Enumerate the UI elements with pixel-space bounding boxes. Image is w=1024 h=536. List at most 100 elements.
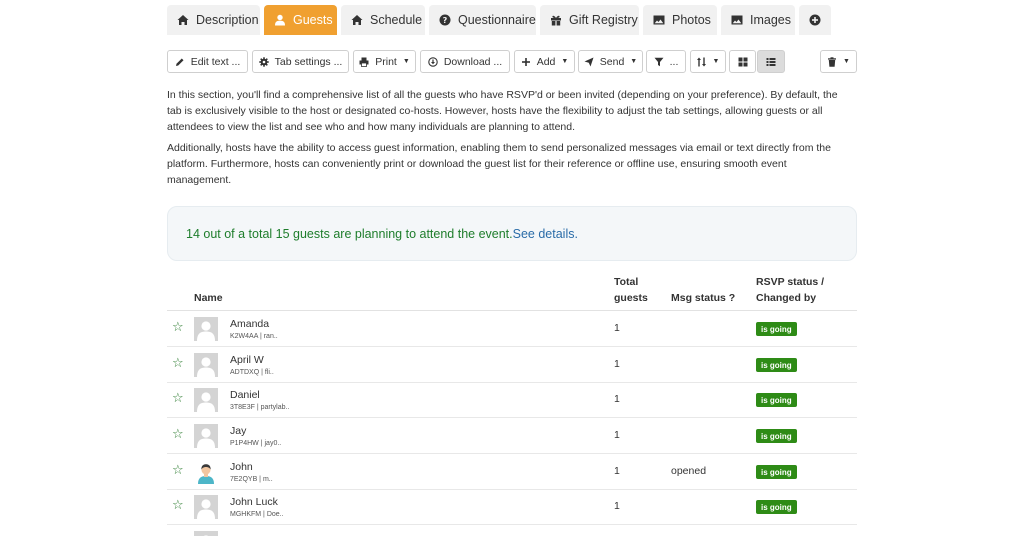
star-icon[interactable]: ☆ — [172, 498, 184, 512]
question-circle-icon: ? — [439, 14, 451, 26]
description-paragraph-1: In this section, you'll find a comprehen… — [167, 89, 838, 133]
guest-code: MGHKFM | Doe.. — [230, 511, 284, 518]
image-icon — [731, 14, 743, 26]
home-icon — [177, 14, 189, 26]
attendance-summary: 14 out of a total 15 guests are planning… — [167, 206, 857, 261]
total-guests-value: 1 — [614, 429, 620, 441]
tab-label: Questionnaire — [458, 13, 536, 27]
guest-name[interactable]: Daniel — [230, 389, 260, 402]
star-icon[interactable]: ☆ — [172, 391, 184, 405]
delete-button[interactable]: ▼ — [820, 50, 857, 73]
msg-status-column-header[interactable]: Msg status ? — [671, 290, 735, 306]
guest-code: 3T8E3F | partylab.. — [230, 404, 290, 411]
description-paragraph-2: Additionally, hosts have the ability to … — [167, 142, 831, 186]
star-icon[interactable]: ☆ — [172, 427, 184, 441]
rsvp-status-column-header[interactable]: RSVP status / Changed by — [756, 274, 824, 306]
add-label: Add — [536, 55, 556, 68]
edit-text-label: Edit text ... — [190, 55, 241, 68]
caret-down-icon: ▼ — [561, 58, 569, 65]
edit-text-button[interactable]: Edit text ... — [167, 50, 248, 73]
trash-icon — [827, 56, 837, 67]
grid-icon — [738, 57, 748, 67]
tab-settings-button[interactable]: Tab settings ... — [252, 50, 349, 73]
filter-button[interactable]: ... — [646, 50, 686, 73]
tab-label: Description — [196, 13, 259, 27]
send-button[interactable]: Send ▼ — [578, 50, 643, 73]
add-button[interactable]: Add ▼ — [514, 50, 575, 73]
sort-button[interactable]: ▼ — [690, 50, 726, 73]
table-row[interactable]: ☆ John 7E2QYB | m.. 1 opened is going — [167, 454, 857, 490]
filter-label: ... — [669, 55, 679, 68]
tab-guests[interactable]: Guests — [264, 5, 337, 35]
table-row[interactable]: ☆ Amanda K2W4AA | ran.. 1 is going — [167, 311, 857, 347]
plus-icon — [521, 57, 531, 67]
tab-schedule[interactable]: Schedule — [341, 5, 425, 35]
name-column-header[interactable]: Name — [194, 290, 223, 306]
total-guests-value: 1 — [614, 500, 620, 512]
guest-name[interactable]: April W — [230, 354, 264, 367]
tab-description[interactable]: Description — [167, 5, 260, 35]
print-button[interactable]: Print ▼ — [353, 50, 416, 73]
caret-down-icon: ▼ — [630, 58, 638, 65]
list-icon — [766, 57, 776, 67]
image-icon — [653, 14, 665, 26]
caret-down-icon: ▼ — [712, 58, 720, 65]
attendance-summary-text: 14 out of a total 15 guests are planning… — [186, 226, 513, 241]
tab-images[interactable]: Images — [721, 5, 795, 35]
tab-settings-label: Tab settings ... — [274, 55, 343, 68]
header-line: guests — [614, 292, 648, 304]
header-line: Total — [614, 276, 639, 288]
pencil-icon — [175, 57, 185, 67]
tab-label: Gift Registry — [569, 13, 638, 27]
tab-gift-registry[interactable]: Gift Registry — [540, 5, 639, 35]
tab-label: Schedule — [370, 13, 423, 27]
caret-down-icon: ▼ — [843, 58, 850, 65]
tab-add[interactable] — [799, 5, 831, 35]
guest-name[interactable]: Amanda — [230, 318, 269, 331]
user-icon — [274, 14, 286, 26]
see-details-link[interactable]: See details. — [513, 227, 578, 241]
gift-icon — [550, 14, 562, 26]
print-label: Print — [375, 55, 397, 68]
send-label: Send — [599, 55, 625, 68]
tab-questionnaire[interactable]: ? Questionnaire — [429, 5, 536, 35]
header-line: Changed by — [756, 292, 817, 304]
status-badge: is going — [756, 358, 797, 372]
table-row[interactable]: ☆ John Luck MGHKFM | Doe.. 1 is going — [167, 489, 857, 525]
total-guests-column-header[interactable]: Total guests — [614, 274, 648, 306]
avatar — [194, 460, 218, 484]
table-row[interactable]: ☆ Daniel 3T8E3F | partylab.. 1 is going — [167, 382, 857, 418]
guest-code: 7E2QYB | m.. — [230, 476, 273, 483]
tab-label: Guests — [293, 13, 333, 27]
status-badge: is going — [756, 500, 797, 514]
plus-circle-icon — [809, 14, 821, 26]
tab-bar: Description Guests Schedule ? Questionna… — [167, 5, 831, 35]
guest-code: K2W4AA | ran.. — [230, 333, 278, 340]
guest-name[interactable]: Jay — [230, 425, 246, 438]
guest-code: P1P4HW | jay0.. — [230, 440, 282, 447]
star-icon[interactable]: ☆ — [172, 463, 184, 477]
gear-icon — [258, 56, 269, 67]
table-row[interactable]: ☆ April W ADTDXQ | fli.. 1 is going — [167, 347, 857, 383]
avatar — [194, 388, 218, 412]
toolbar: Edit text ... Tab settings ... Print ▼ D… — [167, 50, 857, 73]
guest-name[interactable]: John — [230, 461, 253, 474]
table-row[interactable]: ☆ Jay P1P4HW | jay0.. 1 is going — [167, 418, 857, 454]
svg-text:?: ? — [443, 16, 448, 25]
tab-photos[interactable]: Photos — [643, 5, 717, 35]
star-icon[interactable]: ☆ — [172, 320, 184, 334]
avatar — [194, 495, 218, 519]
tab-label: Images — [750, 13, 791, 27]
grid-view-button[interactable] — [729, 50, 756, 73]
download-icon — [428, 56, 438, 67]
list-view-button[interactable] — [757, 50, 785, 73]
star-icon[interactable]: ☆ — [172, 356, 184, 370]
send-icon — [584, 57, 594, 67]
avatar — [194, 317, 218, 341]
total-guests-value: 1 — [614, 358, 620, 370]
table-row[interactable] — [167, 525, 857, 536]
print-icon — [359, 57, 369, 67]
guest-name[interactable]: John Luck — [230, 496, 278, 509]
download-button[interactable]: Download ... — [420, 50, 510, 73]
header-line: RSVP status / — [756, 276, 825, 288]
